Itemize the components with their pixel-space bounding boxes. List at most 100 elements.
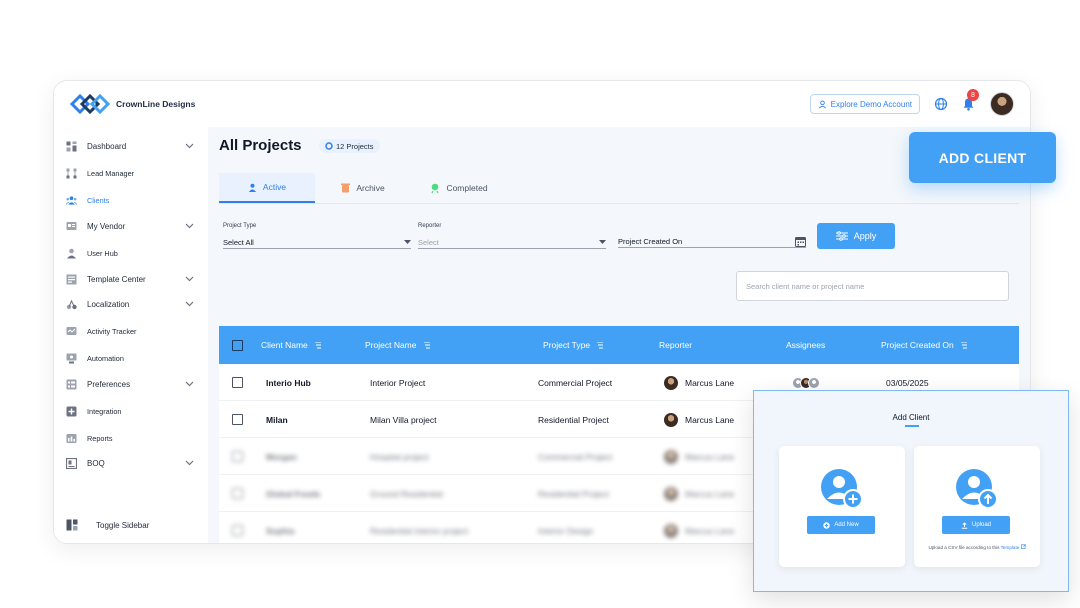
select-all-checkbox[interactable] xyxy=(232,339,243,351)
sidebar-item-integration[interactable]: Integration xyxy=(66,402,194,420)
tab-archive[interactable]: Archive xyxy=(315,173,411,203)
sidebar-item-preferences[interactable]: Preferences xyxy=(66,375,194,393)
sidebar-item-dashboard[interactable]: Dashboard xyxy=(66,137,194,155)
sidebar-item-localization[interactable]: Localization xyxy=(66,295,194,313)
cell-project-name: Hospital project xyxy=(370,451,429,462)
project-created-date-field[interactable]: Project Created On xyxy=(618,235,806,248)
sidebar-item-label: Clients xyxy=(87,195,110,205)
add-new-label: Add New xyxy=(834,522,859,528)
external-link-icon xyxy=(1020,544,1026,549)
column-project-created-on[interactable]: Project Created On xyxy=(881,326,967,364)
chevron-down-icon xyxy=(185,460,194,466)
reporter-label: Reporter xyxy=(418,223,442,229)
badge-check-icon xyxy=(431,183,439,193)
project-tabs: Active Archive Completed xyxy=(219,173,519,203)
cell-reporter: Marcus Lane xyxy=(664,401,734,438)
column-assignees[interactable]: Assignees xyxy=(786,326,825,364)
cell-project-name: Milan Villa project xyxy=(370,414,437,425)
row-checkbox[interactable] xyxy=(232,525,243,536)
cell-reporter: Marcus Lane xyxy=(664,364,734,401)
globe-icon[interactable] xyxy=(934,97,948,111)
cell-reporter: Marcus Lane xyxy=(664,475,734,512)
upload-note-text: Upload a CSV file according to this xyxy=(928,545,1000,550)
column-label: Reporter xyxy=(659,340,693,350)
column-project-type[interactable]: Project Type xyxy=(543,326,604,364)
add-new-card: Add New xyxy=(779,446,905,567)
column-project-name[interactable]: Project Name xyxy=(365,326,430,364)
sidebar-item-label: Dashboard xyxy=(87,141,127,151)
apply-filter-button[interactable]: Apply xyxy=(817,223,895,249)
column-reporter[interactable]: Reporter xyxy=(659,326,692,364)
ring-icon xyxy=(325,142,333,150)
sidebar-item-user-hub[interactable]: User Hub xyxy=(66,244,194,262)
column-label: Project Name xyxy=(365,340,417,350)
toggle-sidebar-label: Toggle Sidebar xyxy=(96,520,150,530)
filter-sliders-icon xyxy=(835,231,848,241)
plus-circle-icon xyxy=(823,521,831,529)
sidebar-item-my-vendor[interactable]: My Vendor xyxy=(66,217,194,235)
grid-icon xyxy=(66,141,77,151)
sidebar-item-lead-manager[interactable]: Lead Manager xyxy=(66,164,194,182)
reporter-name: Marcus Lane xyxy=(685,525,735,536)
sidebar-item-boq[interactable]: BOQ xyxy=(66,454,194,472)
toggle-sidebar-button[interactable]: Toggle Sidebar xyxy=(66,519,149,531)
cell-project-type: Interior Design xyxy=(538,525,594,536)
chevron-down-icon xyxy=(185,223,194,229)
cell-project-name: Interior Project xyxy=(370,377,426,388)
sidebar-item-automation[interactable]: Automation xyxy=(66,349,194,367)
upload-button[interactable]: Upload xyxy=(942,516,1010,534)
project-type-label: Project Type xyxy=(223,223,257,229)
search-input[interactable]: Search client name or project name xyxy=(736,271,1009,301)
reporter-avatar xyxy=(664,412,678,427)
tab-active[interactable]: Active xyxy=(219,173,315,203)
reports-icon xyxy=(66,433,77,443)
cell-project-type: Commercial Project xyxy=(538,377,613,388)
chevron-down-icon xyxy=(185,381,194,387)
sidebar-item-label: Preferences xyxy=(87,379,131,389)
user-icon xyxy=(67,248,76,258)
upload-card: Upload Upload a CSV file according to th… xyxy=(914,446,1040,567)
sidebar-item-label: Reports xyxy=(87,433,113,443)
add-client-button[interactable]: ADD CLIENT xyxy=(909,132,1056,183)
cell-client-name: Global Foods xyxy=(266,488,321,499)
reporter-avatar xyxy=(664,375,678,390)
project-type-select[interactable]: Select All xyxy=(223,236,411,249)
brand[interactable]: CrownLine Designs xyxy=(70,90,195,118)
tab-label: Completed xyxy=(446,183,488,193)
caret-down-icon xyxy=(404,239,411,244)
sidebar-toggle-icon xyxy=(66,519,78,531)
row-checkbox[interactable] xyxy=(232,451,243,462)
sidebar-item-template-center[interactable]: Template Center xyxy=(66,270,194,288)
table-header: Client Name Project Name Project Type Re… xyxy=(219,326,1019,364)
caret-down-icon xyxy=(599,239,606,244)
notifications[interactable]: 8 xyxy=(962,89,979,111)
row-checkbox[interactable] xyxy=(232,488,243,499)
cell-project-type: Commercial Project xyxy=(538,451,613,462)
sidebar-item-clients[interactable]: Clients xyxy=(66,191,194,209)
column-client-name[interactable]: Client Name xyxy=(261,326,321,364)
row-checkbox[interactable] xyxy=(232,377,243,388)
reporter-avatar xyxy=(664,486,678,501)
user-avatar[interactable] xyxy=(990,92,1014,116)
chevron-down-icon xyxy=(185,301,194,307)
template-link[interactable]: Template xyxy=(1001,545,1020,550)
cell-client-name: Sophia xyxy=(266,525,295,536)
add-user-icon xyxy=(821,469,863,509)
tab-completed[interactable]: Completed xyxy=(411,173,507,203)
reporter-select[interactable]: Select xyxy=(418,236,606,249)
reporter-name: Marcus Lane xyxy=(685,488,735,499)
column-label: Assignees xyxy=(786,340,826,350)
upload-icon xyxy=(961,521,968,529)
explore-demo-button[interactable]: Explore Demo Account xyxy=(809,94,920,114)
activity-icon xyxy=(66,326,77,335)
reporter-avatar xyxy=(664,449,678,464)
row-checkbox[interactable] xyxy=(232,414,243,425)
tabs-divider xyxy=(219,203,1019,204)
cell-project-type: Residential Project xyxy=(538,414,609,425)
cell-reporter: Marcus Lane xyxy=(664,438,734,475)
project-count-badge: 12 Projects xyxy=(319,139,380,153)
screenshot-stage: CrownLine Designs Explore Demo Account 8… xyxy=(0,0,1080,608)
sidebar-item-activity-tracker[interactable]: Activity Tracker xyxy=(66,322,194,340)
add-new-button[interactable]: Add New xyxy=(807,516,875,534)
sidebar-item-reports[interactable]: Reports xyxy=(66,429,194,447)
